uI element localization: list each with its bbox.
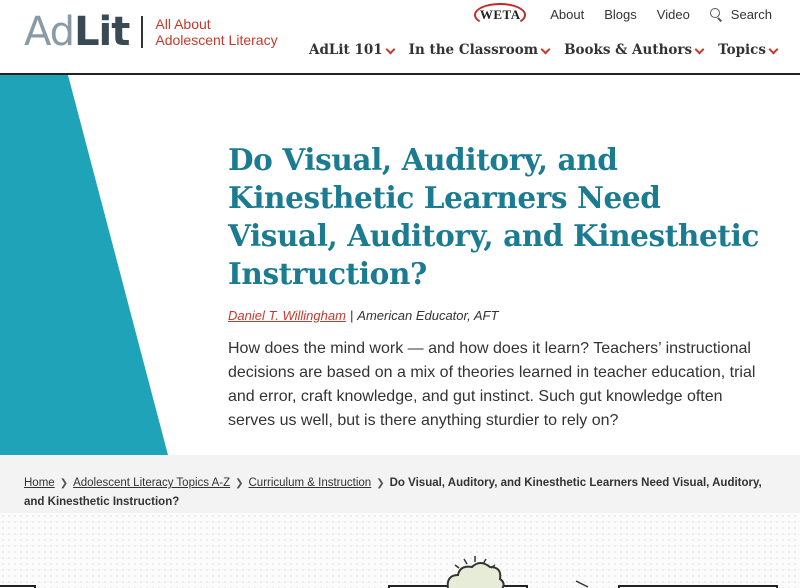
- weta-text: WETA: [479, 7, 521, 22]
- site-header: AdLit All About Adolescent Literacy WETA…: [0, 0, 800, 75]
- tagline-line-2: Adolescent Literacy: [155, 32, 278, 48]
- tagline-line-1: All About: [155, 16, 211, 32]
- breadcrumb-topics[interactable]: Adolescent Literacy Topics A-Z: [73, 477, 230, 489]
- chevron-right-icon: ❯: [235, 478, 244, 489]
- arrow-icon: [575, 580, 589, 588]
- chevron-down-icon: [769, 46, 778, 55]
- logo-ad: Ad: [24, 9, 75, 55]
- video-link[interactable]: Video: [657, 7, 690, 22]
- lightbulb-cloud-icon: [446, 556, 505, 588]
- about-link[interactable]: About: [550, 7, 584, 22]
- search-label: Search: [730, 6, 772, 22]
- logo-divider: [141, 16, 144, 48]
- logo-tagline: All About Adolescent Literacy: [155, 16, 277, 48]
- nav-label: Books & Authors: [564, 42, 693, 58]
- nav-topics[interactable]: Topics: [718, 42, 778, 58]
- nav-label: In the Classroom: [408, 42, 539, 58]
- nav-books-authors[interactable]: Books & Authors: [564, 42, 704, 58]
- chevron-down-icon: [695, 46, 704, 55]
- weta-logo[interactable]: WETA: [472, 3, 528, 27]
- hero-decorative-band: [0, 75, 168, 455]
- search-icon: [709, 7, 723, 21]
- nav-label: Topics: [718, 42, 766, 58]
- nav-adlit-101[interactable]: AdLit 101: [309, 42, 395, 58]
- article-byline: Daniel T. Willingham | American Educator, …: [228, 308, 773, 323]
- site-logo[interactable]: AdLit All About Adolescent Literacy: [24, 12, 278, 52]
- page-title: Do Visual, Auditory, and Kinesthetic Lea…: [228, 142, 759, 291]
- byline-separator: |: [349, 308, 354, 323]
- logo-lit: Lit: [74, 9, 130, 55]
- main-nav: AdLit 101 In the Classroom Books & Autho…: [309, 42, 778, 58]
- utility-nav: WETA About Blogs Video Search: [472, 3, 772, 27]
- blogs-link[interactable]: Blogs: [604, 7, 637, 22]
- breadcrumb-curriculum[interactable]: Curriculum & Instruction: [249, 477, 372, 489]
- content-area: [0, 513, 800, 588]
- hero-content: Do Visual, Auditory, and Kinesthetic Lea…: [228, 141, 773, 433]
- logo-wordmark: AdLit: [24, 9, 130, 55]
- nav-label: AdLit 101: [309, 42, 383, 58]
- article-source: American Educator, AFT: [357, 308, 499, 323]
- chevron-right-icon: ❯: [59, 478, 69, 489]
- search-button[interactable]: Search: [709, 6, 772, 22]
- breadcrumb: Home ❯ Adolescent Literacy Topics A-Z ❯ Curr…: [24, 474, 784, 511]
- breadcrumb-home[interactable]: Home: [24, 477, 55, 489]
- chevron-right-icon: ❯: [376, 478, 385, 489]
- author-link[interactable]: Daniel T. Willingham: [228, 308, 346, 323]
- chevron-down-icon: [541, 46, 550, 55]
- article-intro: How does the mind work — and how does it…: [228, 340, 756, 429]
- breadcrumb-bar: Home ❯ Adolescent Literacy Topics A-Z ❯ Curr…: [0, 455, 800, 513]
- chevron-down-icon: [386, 46, 395, 55]
- article-hero: Do Visual, Auditory, and Kinesthetic Lea…: [0, 75, 800, 455]
- nav-in-the-classroom[interactable]: In the Classroom: [409, 42, 550, 58]
